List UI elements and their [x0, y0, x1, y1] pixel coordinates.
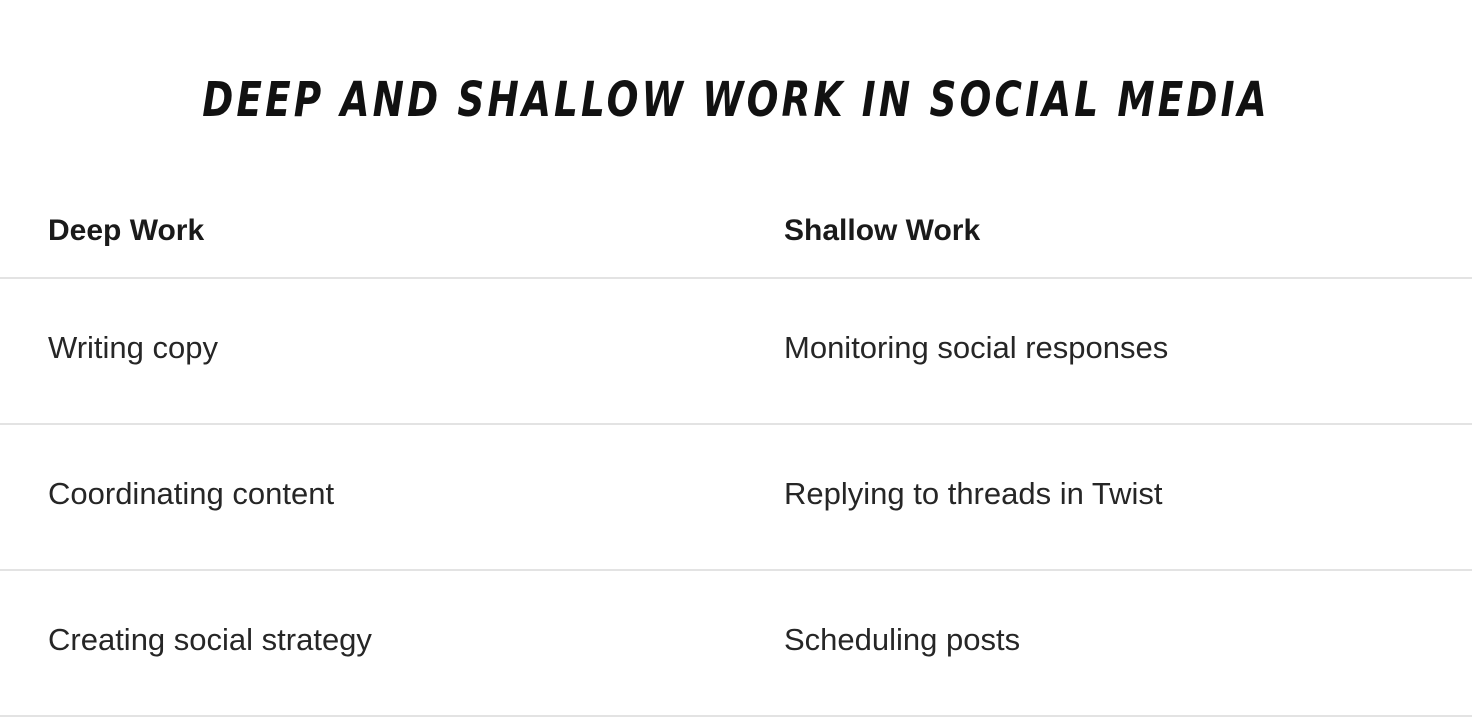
comparison-table: Deep Work Shallow Work Writing copy Moni…: [0, 186, 1472, 717]
table-row: Creating social strategy Scheduling post…: [0, 571, 1472, 717]
shallow-work-cell: Scheduling posts: [784, 622, 1021, 657]
page-title: DEEP AND SHALLOW WORK IN SOCIAL MEDIA: [202, 72, 1270, 128]
table-row: Coordinating content Replying to threads…: [0, 425, 1472, 571]
header-shallow-work: Shallow Work: [784, 214, 981, 247]
deep-work-cell: Writing copy: [48, 330, 218, 365]
shallow-work-cell: Monitoring social responses: [784, 330, 1169, 365]
table-header-row: Deep Work Shallow Work: [0, 186, 1472, 279]
header-deep-work: Deep Work: [48, 214, 205, 247]
shallow-work-cell: Replying to threads in Twist: [784, 476, 1163, 511]
table-row: Writing copy Monitoring social responses: [0, 279, 1472, 425]
deep-work-cell: Creating social strategy: [48, 622, 372, 657]
deep-work-cell: Coordinating content: [48, 476, 335, 511]
